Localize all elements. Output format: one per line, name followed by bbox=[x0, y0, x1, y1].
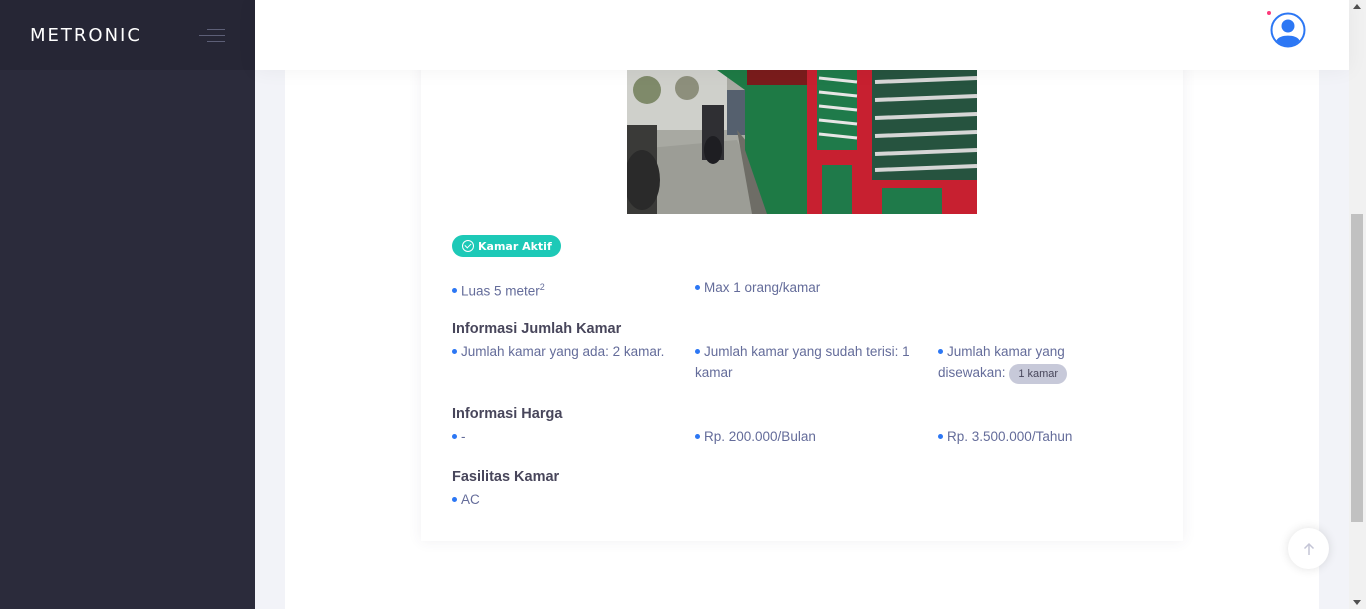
fasilitas-item: AC bbox=[452, 489, 480, 510]
harga-harian: - bbox=[452, 426, 466, 447]
scroll-thumb[interactable] bbox=[1351, 214, 1363, 522]
scroll-up-icon[interactable] bbox=[1353, 4, 1361, 9]
section-title-harga: Informasi Harga bbox=[452, 406, 563, 422]
disewakan-pill: 1 kamar bbox=[1009, 364, 1068, 384]
jumlah-terisi: Jumlah kamar yang sudah terisi: 1 kamar bbox=[695, 344, 910, 380]
spec-max: Max 1 orang/kamar bbox=[695, 277, 820, 298]
bullet-icon bbox=[938, 433, 943, 439]
spec-luas: Luas 5 meter2 bbox=[452, 277, 545, 302]
brand-logo[interactable]: METRONIC bbox=[30, 25, 142, 46]
section-title-fasilitas: Fasilitas Kamar bbox=[452, 469, 560, 485]
bullet-icon bbox=[695, 284, 700, 290]
scroll-down-icon[interactable] bbox=[1353, 600, 1361, 605]
arrow-up-icon bbox=[1303, 542, 1314, 555]
bullet-icon bbox=[695, 348, 700, 354]
room-photo bbox=[627, 70, 977, 214]
scroll-top-button[interactable] bbox=[1288, 528, 1329, 569]
bullet-icon bbox=[452, 433, 457, 439]
top-header bbox=[255, 0, 1349, 70]
check-circle-icon bbox=[462, 240, 474, 252]
harga-bulanan: Rp. 200.000/Bulan bbox=[695, 426, 816, 447]
sidebar: METRONIC bbox=[0, 0, 255, 609]
status-badge: Kamar Aktif bbox=[452, 235, 561, 257]
harga-tahunan: Rp. 3.500.000/Tahun bbox=[938, 426, 1072, 447]
menu-toggle-icon[interactable] bbox=[199, 27, 225, 43]
status-label: Kamar Aktif bbox=[478, 239, 552, 253]
brand-bar: METRONIC bbox=[0, 0, 255, 70]
jumlah-disewakan: Jumlah kamar yang disewakan: 1 kamar bbox=[938, 341, 1113, 384]
jumlah-ada: Jumlah kamar yang ada: 2 kamar. bbox=[452, 341, 672, 362]
bullet-icon bbox=[452, 496, 457, 502]
user-avatar-icon[interactable] bbox=[1270, 12, 1306, 48]
bullet-icon bbox=[452, 348, 457, 354]
bullet-icon bbox=[695, 433, 700, 439]
bullet-icon bbox=[452, 288, 457, 294]
bullet-icon bbox=[938, 348, 943, 354]
section-title-jumlah: Informasi Jumlah Kamar bbox=[452, 321, 622, 337]
page-scrollbar[interactable] bbox=[1349, 0, 1366, 609]
